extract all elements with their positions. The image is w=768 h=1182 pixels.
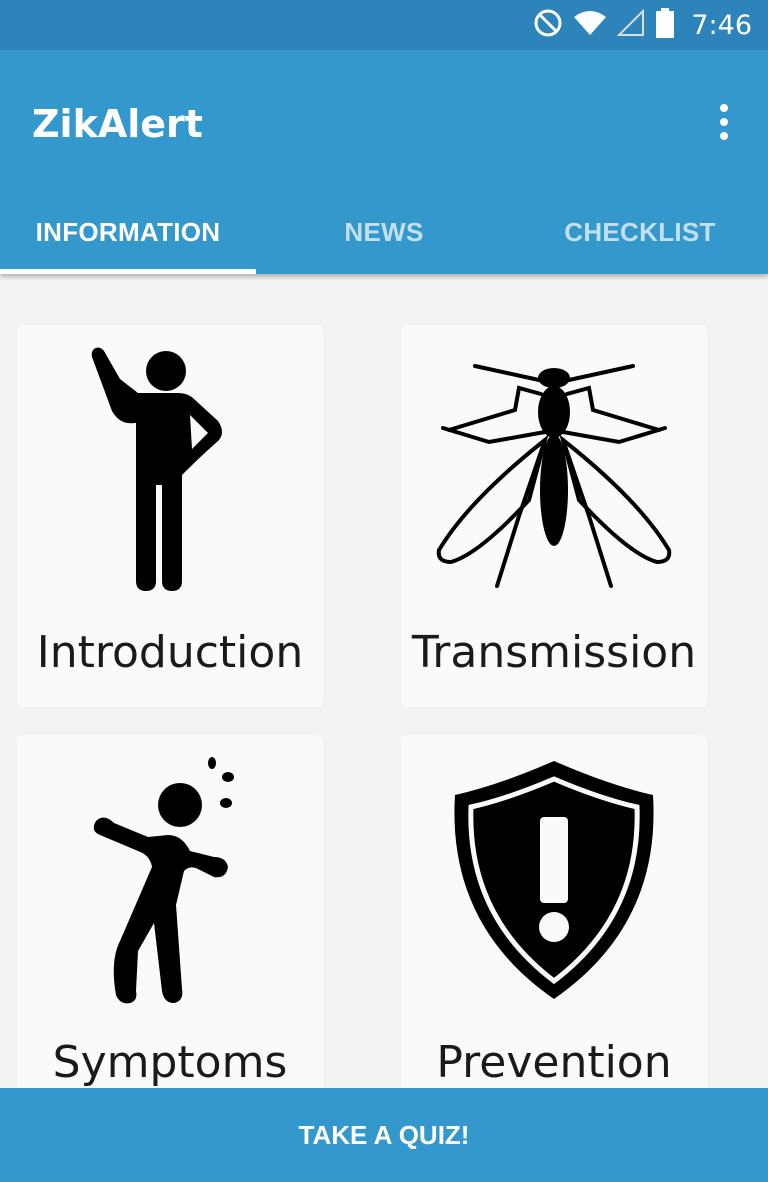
mosquito-icon (401, 325, 707, 615)
dizzy-person-icon (17, 735, 323, 1025)
clock: 7:46 (691, 9, 752, 41)
card-transmission[interactable]: Transmission (401, 325, 707, 707)
person-waving-icon (17, 325, 323, 615)
card-label-introduction: Introduction (36, 627, 304, 678)
status-icons: 7:46 (533, 7, 752, 43)
card-prevention[interactable]: Prevention (401, 735, 707, 1088)
overflow-menu-icon[interactable] (708, 104, 740, 140)
card-label-prevention: Prevention (436, 1037, 672, 1088)
tab-information[interactable]: INFORMATION (0, 190, 256, 274)
information-grid: Introduction Transmission Symptoms Preve… (0, 274, 768, 1088)
card-label-symptoms: Symptoms (52, 1037, 288, 1088)
app-bar: ZikAlert INFORMATION NEWS CHECKLIST (0, 50, 768, 274)
card-label-transmission: Transmission (411, 627, 697, 678)
warning-shield-icon (401, 735, 707, 1025)
card-introduction[interactable]: Introduction (17, 325, 323, 707)
tab-checklist[interactable]: CHECKLIST (512, 190, 768, 274)
app-title: ZikAlert (32, 102, 203, 146)
wifi-icon (573, 9, 607, 42)
battery-icon (655, 7, 675, 43)
card-symptoms[interactable]: Symptoms (17, 735, 323, 1088)
cell-signal-icon (616, 8, 645, 42)
tab-bar: INFORMATION NEWS CHECKLIST (0, 190, 768, 274)
take-quiz-button[interactable]: TAKE A QUIZ! (0, 1088, 768, 1182)
do-not-disturb-icon (533, 8, 563, 43)
status-bar: 7:46 (0, 0, 768, 50)
tab-news[interactable]: NEWS (256, 190, 512, 274)
